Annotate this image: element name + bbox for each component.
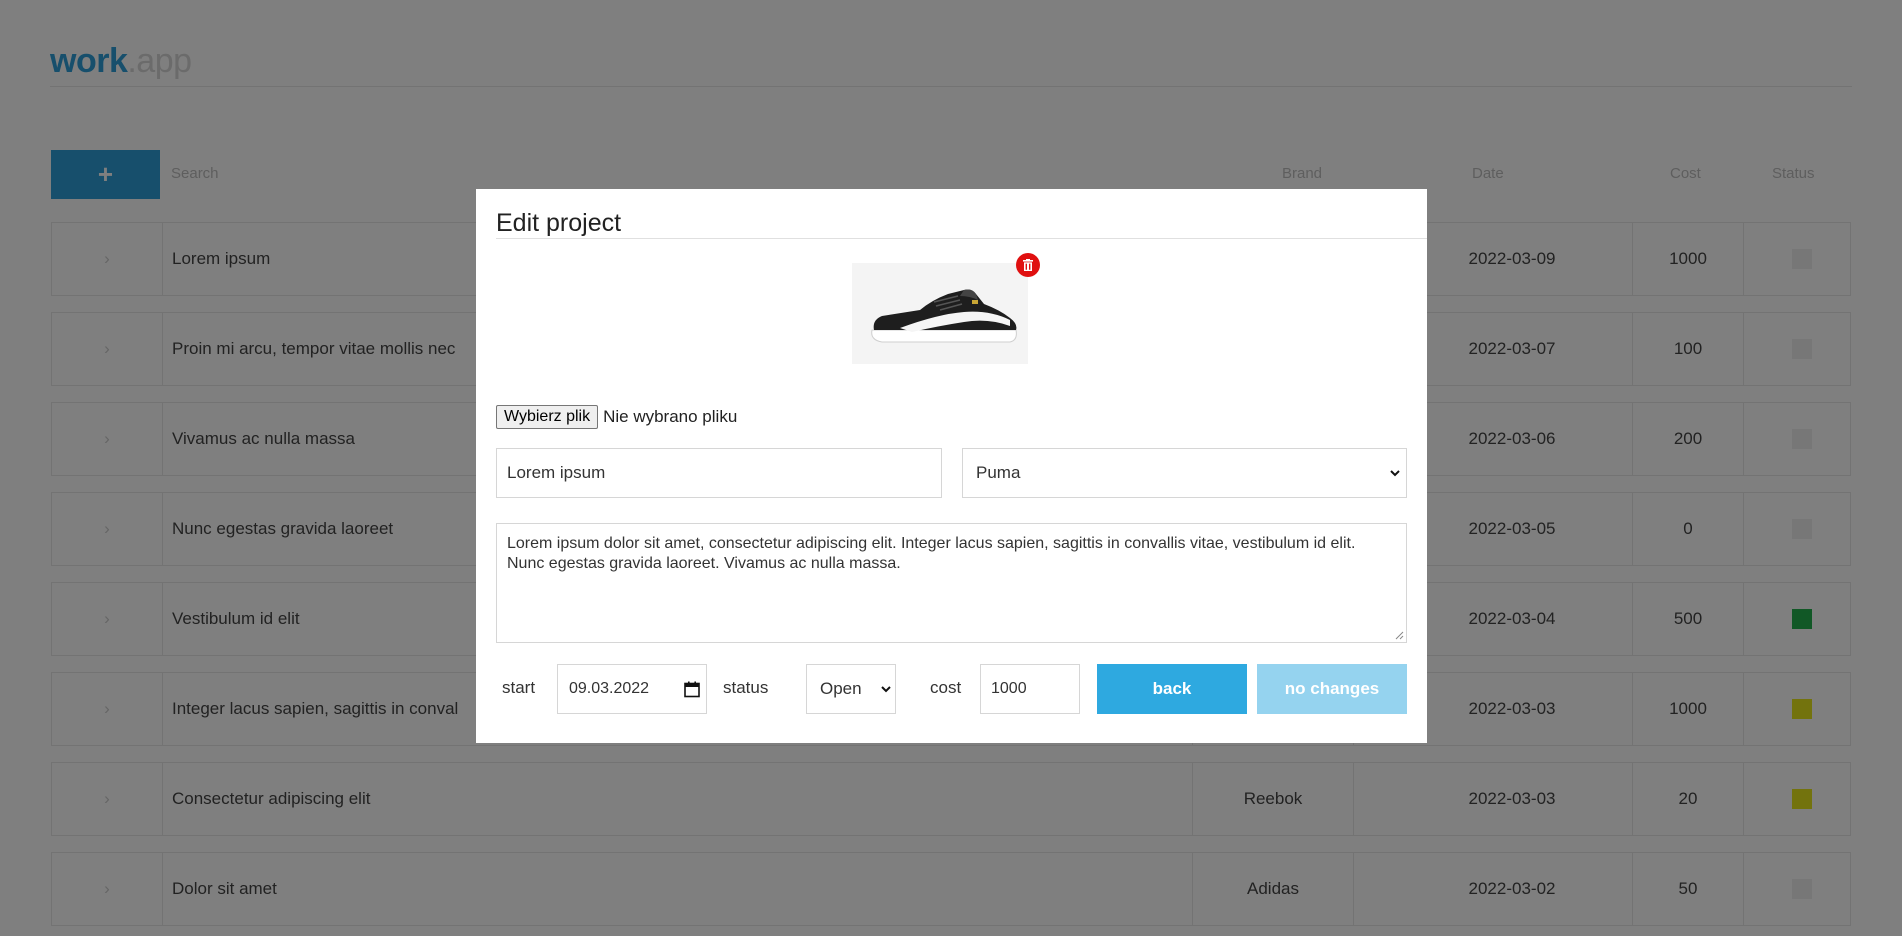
chevron-down-icon: [881, 686, 891, 693]
start-label: start: [502, 678, 536, 697]
file-status: Nie wybrano pliku: [603, 407, 738, 426]
status-select[interactable]: Open: [806, 664, 896, 714]
product-image: [852, 263, 1028, 364]
edit-project-modal: Edit project Wybierz plik Nie wybrano pl…: [476, 189, 1427, 743]
start-date-value: 09.03.2022: [569, 680, 650, 697]
delete-image-button[interactable]: [1016, 253, 1040, 277]
modal-title: Edit project: [496, 209, 622, 237]
chevron-down-icon: [1390, 470, 1400, 477]
calendar-icon[interactable]: [684, 681, 700, 698]
cost-label: cost: [930, 678, 962, 697]
status-label: status: [723, 678, 769, 697]
back-button[interactable]: back: [1097, 664, 1247, 714]
project-name-input[interactable]: Lorem ipsum: [496, 448, 942, 498]
modal-divider: [496, 238, 1427, 239]
resize-grip-icon[interactable]: [1394, 630, 1404, 640]
cost-input[interactable]: 1000: [980, 664, 1080, 714]
choose-file-button[interactable]: Wybierz plik: [496, 405, 599, 429]
project-name-value: Lorem ipsum: [507, 463, 606, 482]
description-value: Lorem ipsum dolor sit amet, consectetur …: [507, 535, 1356, 572]
brand-select[interactable]: Puma: [962, 448, 1407, 498]
file-upload: Wybierz plik Nie wybrano pliku: [496, 405, 737, 429]
brand-select-value: Puma: [976, 463, 1021, 482]
status-select-value: Open: [820, 679, 862, 698]
description-textarea[interactable]: Lorem ipsum dolor sit amet, consectetur …: [496, 523, 1407, 643]
trash-icon: [1023, 258, 1033, 271]
start-date-input[interactable]: 09.03.2022: [557, 664, 707, 714]
no-changes-button[interactable]: no changes: [1257, 664, 1407, 714]
sneaker-image: [871, 289, 1017, 342]
cost-value: 1000: [991, 680, 1027, 697]
